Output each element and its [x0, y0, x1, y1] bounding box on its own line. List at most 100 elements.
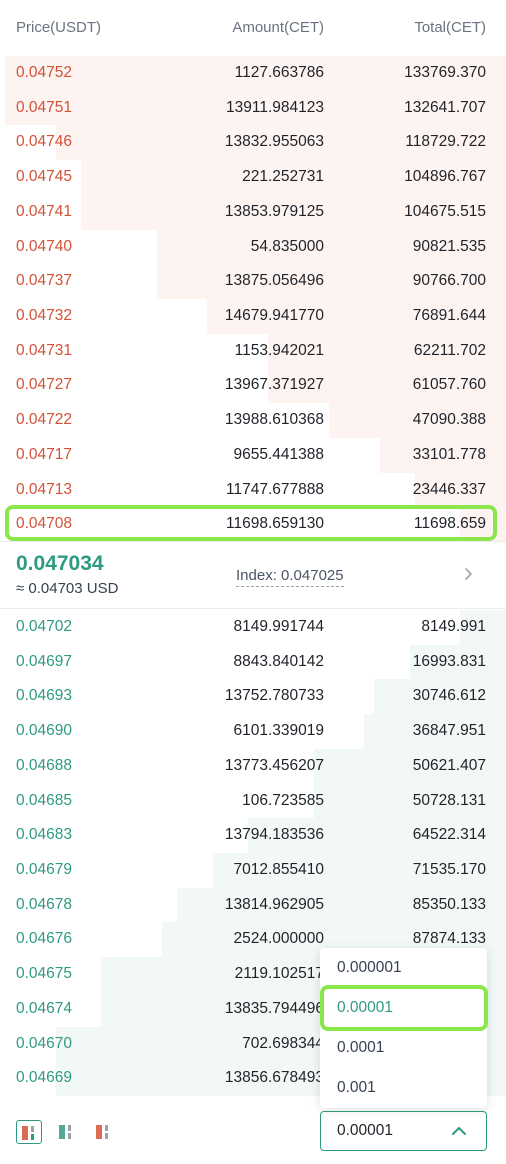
ask-amount: 1153.942021 [234, 341, 324, 359]
ask-amount: 13875.056496 [224, 272, 324, 290]
ask-total: 23446.337 [412, 480, 486, 498]
precision-option-0[interactable]: 0.000001 [320, 948, 487, 988]
ask-price: 0.04751 [16, 98, 73, 116]
ask-total: 61057.760 [412, 376, 486, 394]
bid-order-row[interactable]: 0.04679 7012.855410 71535.170 [0, 853, 506, 888]
bid-total: 36847.951 [412, 722, 486, 740]
bid-amount: 13794.183536 [224, 826, 324, 844]
precision-option-2[interactable]: 0.0001 [320, 1028, 487, 1068]
ask-amount: 13911.984123 [226, 98, 324, 116]
bid-price: 0.04676 [16, 930, 73, 948]
ask-total: 90766.700 [412, 272, 486, 290]
orderbook-header: Price(USDT) Amount(CET) Total(CET) [0, 0, 506, 56]
view-both-button[interactable] [16, 1120, 42, 1144]
bid-amount: 13773.456207 [224, 756, 324, 774]
ask-order-row[interactable]: 0.04746 13832.955063 118729.722 [0, 125, 506, 161]
ask-total: 33101.778 [412, 445, 486, 463]
bid-price: 0.04678 [16, 895, 73, 913]
precision-selected-value: 0.00001 [337, 1122, 394, 1139]
bid-order-row[interactable]: 0.04685 106.723585 50728.131 [0, 783, 506, 819]
bid-amount: 6101.339019 [233, 722, 324, 740]
ask-price: 0.04727 [16, 376, 73, 394]
bid-price: 0.04690 [16, 722, 73, 740]
ask-total: 133769.370 [404, 64, 486, 81]
ask-price: 0.04737 [16, 272, 73, 290]
index-price[interactable]: Index: 0.047025 [236, 567, 344, 587]
bid-price: 0.04688 [16, 756, 73, 774]
last-price-panel[interactable]: 0.047034 ≈ 0.04703 USD Index: 0.047025 [0, 541, 506, 609]
bid-order-row[interactable]: 0.04697 8843.840142 16993.831 [0, 644, 506, 680]
ask-amount: 11747.677888 [226, 480, 324, 498]
bid-price: 0.04702 [16, 618, 73, 635]
amount-column-header: Amount(CET) [232, 19, 324, 36]
ask-total: 118729.722 [405, 133, 486, 151]
ask-total: 90821.535 [412, 237, 486, 255]
ask-order-row[interactable]: 0.04740 54.835000 90821.535 [0, 229, 506, 265]
bid-amount: 13835.794496 [224, 999, 324, 1017]
bid-price: 0.04679 [16, 861, 73, 879]
ask-order-row[interactable]: 0.04737 13875.056496 90766.700 [0, 264, 506, 299]
precision-select[interactable]: 0.00001 [320, 1111, 487, 1151]
ask-amount: 13988.610368 [224, 411, 324, 429]
bid-amount: 13814.962905 [224, 895, 324, 913]
bid-order-row[interactable]: 0.04688 13773.456207 50621.407 [0, 748, 506, 784]
bid-amount: 13856.678493 [224, 1069, 324, 1087]
ask-total: 76891.644 [412, 307, 486, 325]
ask-order-row[interactable]: 0.04722 13988.610368 47090.388 [0, 403, 506, 438]
bid-price: 0.04685 [16, 791, 73, 809]
ask-amount: 54.835000 [250, 237, 324, 255]
bid-amount: 2119.102517 [234, 965, 324, 983]
ask-order-row[interactable]: 0.04713 11747.677888 23446.337 [0, 472, 506, 508]
bid-order-row[interactable]: 0.04690 6101.339019 36847.951 [0, 714, 506, 749]
layout-bids-icon [59, 1125, 71, 1139]
ask-price: 0.04717 [16, 445, 73, 463]
bid-amount: 7012.855410 [233, 861, 324, 879]
orderbook-toolbar: 0.00001 [0, 1108, 506, 1164]
bid-price: 0.04693 [16, 687, 73, 705]
bid-price: 0.04683 [16, 826, 73, 844]
view-bids-button[interactable] [54, 1120, 80, 1144]
ask-total: 104896.767 [404, 168, 486, 186]
ask-amount: 1127.663786 [234, 64, 324, 81]
bid-order-row[interactable]: 0.04702 8149.991744 8149.991 [0, 610, 506, 645]
ask-price: 0.04746 [16, 133, 73, 151]
last-price: 0.047034 [16, 552, 104, 575]
ask-order-row[interactable]: 0.04741 13853.979125 104675.515 [0, 194, 506, 230]
ask-total: 62211.702 [413, 341, 486, 359]
bid-amount: 106.723585 [242, 791, 324, 809]
bid-total: 16993.831 [412, 652, 486, 670]
ask-amount: 13967.371927 [224, 376, 324, 394]
ask-order-row[interactable]: 0.04745 221.252731 104896.767 [0, 160, 506, 195]
precision-option-3[interactable]: 0.001 [320, 1068, 487, 1108]
ask-order-row[interactable]: 0.04732 14679.941770 76891.644 [0, 299, 506, 334]
ask-price: 0.04745 [16, 168, 73, 186]
ask-price: 0.04741 [16, 202, 73, 220]
bid-price: 0.04675 [16, 965, 73, 983]
bid-amount: 8843.840142 [233, 652, 324, 670]
bid-order-row[interactable]: 0.04678 13814.962905 85350.133 [0, 887, 506, 923]
ask-amount: 14679.941770 [224, 307, 324, 325]
ask-total: 104675.515 [404, 202, 486, 220]
bid-order-row[interactable]: 0.04683 13794.183536 64522.314 [0, 818, 506, 853]
ask-order-row[interactable]: 0.04731 1153.942021 62211.702 [0, 333, 506, 369]
bid-total: 50728.131 [412, 791, 486, 809]
price-column-header: Price(USDT) [16, 19, 101, 36]
ask-amount: 13853.979125 [224, 202, 324, 220]
ask-total: 47090.388 [412, 411, 486, 429]
ask-amount: 221.252731 [242, 168, 324, 186]
bid-total: 85350.133 [412, 895, 486, 913]
bid-amount: 702.698344 [242, 1034, 324, 1052]
ask-price: 0.04713 [16, 480, 73, 498]
bid-price: 0.04670 [16, 1034, 73, 1052]
ask-order-row[interactable]: 0.04717 9655.441388 33101.778 [0, 437, 506, 473]
chevron-right-icon[interactable] [458, 564, 478, 584]
ask-order-row[interactable]: 0.04751 13911.984123 132641.707 [0, 90, 506, 126]
ask-order-row[interactable]: 0.04727 13967.371927 61057.760 [0, 368, 506, 404]
highlighted-ask-row-marker [5, 505, 497, 541]
view-asks-button[interactable] [91, 1120, 117, 1144]
bid-total: 64522.314 [412, 826, 486, 844]
bid-price: 0.04697 [16, 652, 73, 670]
bid-order-row[interactable]: 0.04693 13752.780733 30746.612 [0, 679, 506, 715]
ask-order-row[interactable]: 0.04752 1127.663786 133769.370 [0, 56, 506, 91]
ask-price: 0.04722 [16, 411, 73, 429]
